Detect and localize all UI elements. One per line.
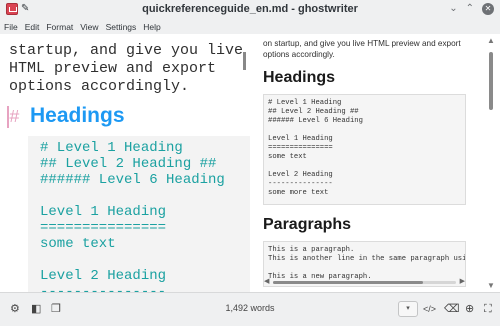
code-line: # Level 1 Heading	[40, 140, 183, 156]
preview-vertical-scrollbar[interactable]: ▲ ▼	[482, 34, 500, 292]
close-icon[interactable]: ✕	[482, 3, 494, 15]
preview-style-select[interactable]: ▾	[398, 301, 418, 317]
html-preview[interactable]: on startup, and give you live HTML previ…	[250, 34, 482, 292]
code-line: ###### Level 6 Heading	[268, 117, 363, 125]
scroll-right-icon[interactable]: ▶	[460, 278, 465, 286]
window-title: quickreferenceguide_en.md - ghostwriter	[142, 3, 358, 15]
code-line: some text	[40, 236, 116, 252]
preview-heading-headings: Headings	[263, 69, 336, 86]
menu-help[interactable]: Help	[139, 20, 163, 34]
title-bar: ✎ quickreferenceguide_en.md - ghostwrite…	[0, 0, 500, 20]
code-line: Level 2 Heading	[268, 171, 333, 179]
menu-bar: File Edit Format View Settings Help	[0, 20, 500, 34]
code-line: Level 1 Heading	[40, 204, 167, 220]
code-line: ===============	[40, 220, 167, 236]
code-view-icon[interactable]: </>	[423, 303, 436, 315]
code-line: # Level 1 Heading	[268, 99, 342, 107]
preview-code-block-headings: # Level 1 Heading ## Level 2 Heading ## …	[263, 94, 466, 205]
preview-heading-paragraphs: Paragraphs	[263, 216, 352, 233]
code-line: This is another line in the same paragra…	[268, 255, 466, 263]
preview-paragraph-line: options accordingly.	[263, 50, 335, 59]
scroll-left-icon[interactable]: ◀	[264, 278, 269, 286]
scroll-down-icon[interactable]: ▼	[487, 281, 495, 290]
fullscreen-icon[interactable]: ⛶	[484, 303, 492, 315]
code-horizontal-scrollbar[interactable]: ◀ ▶	[263, 278, 466, 286]
editor-line: HTML preview and export	[9, 60, 217, 77]
scrollbar-thumb[interactable]	[489, 52, 493, 110]
code-line: ###### Level 6 Heading	[40, 172, 225, 188]
code-line: ## Level 2 Heading ##	[40, 156, 217, 172]
backspace-icon[interactable]: ⌫	[444, 303, 460, 315]
code-line: ---------------	[40, 284, 167, 292]
menu-settings[interactable]: Settings	[102, 20, 140, 34]
heading-hash-mark: #	[9, 108, 20, 128]
target-icon[interactable]: ⊕	[465, 303, 474, 315]
editor-heading: Headings	[30, 104, 125, 127]
code-line: ---------------	[268, 180, 333, 188]
editor-line: startup, and give you live	[9, 42, 244, 59]
menu-format[interactable]: Format	[42, 20, 76, 34]
code-line: ===============	[268, 144, 333, 152]
editor-code-block: # Level 1 Heading ## Level 2 Heading ## …	[28, 136, 250, 292]
minimize-icon[interactable]: ⌄	[449, 3, 457, 15]
code-line: This is a paragraph.	[268, 246, 355, 254]
line-marker	[243, 52, 246, 70]
scroll-up-icon[interactable]: ▲	[487, 36, 495, 45]
code-line: ## Level 2 Heading ##	[268, 108, 359, 116]
maximize-icon[interactable]: ⌃	[466, 3, 474, 15]
status-bar: ⚙ ◧ ❐ 1,492 words ▾ </> ⌫ ⊕ ⛶	[0, 292, 500, 326]
code-line: Level 2 Heading	[40, 268, 167, 284]
code-line: some more text	[268, 189, 329, 197]
menu-view[interactable]: View	[76, 20, 101, 34]
menu-file[interactable]: File	[0, 20, 21, 34]
scrollbar-thumb[interactable]	[273, 281, 423, 284]
editor-heading-line: # Headings	[0, 102, 250, 132]
code-line: some text	[268, 153, 307, 161]
markdown-editor[interactable]: startup, and give you live HTML preview …	[0, 34, 250, 292]
preview-paragraph-line: on startup, and give you live HTML previ…	[263, 39, 461, 48]
code-line: Level 1 Heading	[268, 135, 333, 143]
menu-edit[interactable]: Edit	[21, 20, 43, 34]
editor-line: options accordingly.	[9, 78, 190, 95]
